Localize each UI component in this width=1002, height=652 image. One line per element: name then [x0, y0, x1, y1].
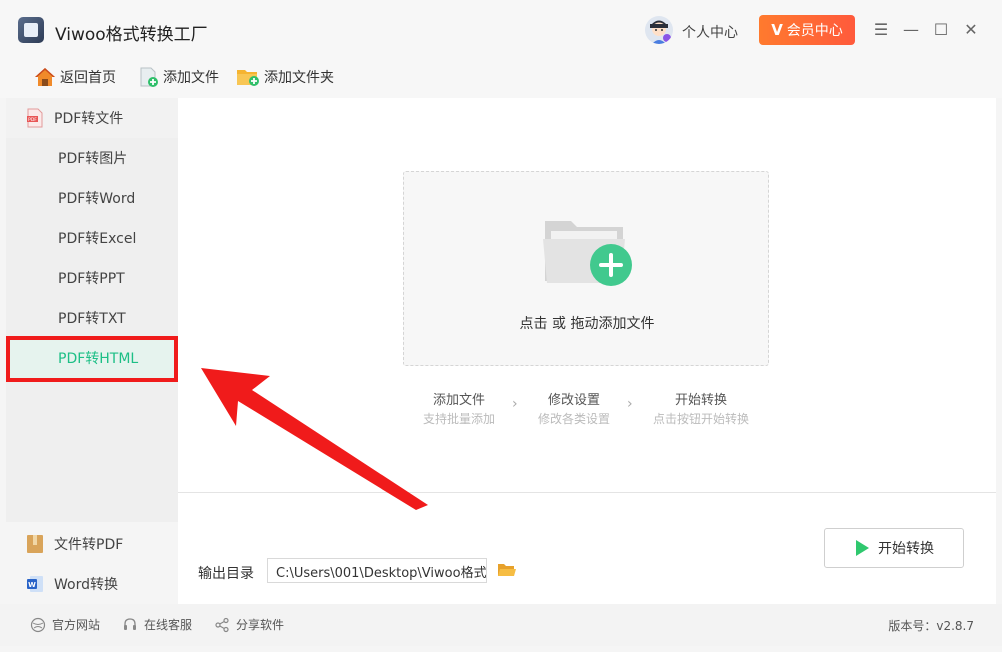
sidebar-item-pdf-to-excel[interactable]: PDF转Excel: [6, 218, 178, 258]
app-logo-icon: [18, 17, 44, 43]
maximize-button[interactable]: ☐: [931, 18, 951, 40]
globe-icon: [30, 617, 46, 632]
output-dir-label: 输出目录: [198, 566, 254, 582]
headset-icon: [124, 617, 136, 630]
archive-icon: [27, 535, 43, 553]
sidebar-item-pdf-to-image[interactable]: PDF转图片: [6, 138, 178, 178]
app-window: Viwoo格式转换工厂 个人中心 V 会员中心 ☰ — ☐ ✕ 返回首页 添加文…: [0, 0, 1002, 652]
share-icon: [215, 617, 229, 632]
user-center-link[interactable]: 个人中心: [682, 22, 738, 42]
sidebar-item-pdf-to-ppt[interactable]: PDF转PPT: [6, 258, 178, 298]
dropzone-text: 点击 或 拖动添加文件: [519, 316, 655, 332]
toolbar: 返回首页 添加文件 添加文件夹: [0, 58, 1002, 98]
start-convert-button[interactable]: 开始转换: [824, 528, 964, 568]
start-convert-label: 开始转换: [878, 541, 934, 557]
step-desc: 点击按钮开始转换: [652, 412, 749, 426]
sidebar-group-file-to-pdf[interactable]: 文件转PDF: [6, 524, 178, 564]
user-avatar[interactable]: [645, 16, 673, 44]
play-icon: [856, 540, 869, 556]
add-folder-label: 添加文件夹: [264, 70, 334, 86]
sidebar-group-word[interactable]: W Word转换: [6, 564, 178, 604]
step-modify-settings: 修改设置 修改各类设置: [534, 389, 614, 427]
step-title: 添加文件: [432, 393, 485, 408]
step-add-file: 添加文件 支持批量添加: [420, 389, 498, 427]
sidebar-group-pdf[interactable]: PDF PDF转文件: [6, 98, 178, 138]
app-title: Viwoo格式转换工厂: [55, 25, 208, 45]
add-folder-button[interactable]: 添加文件夹: [236, 62, 334, 92]
vip-center-button[interactable]: V 会员中心: [759, 15, 855, 45]
file-dropzone[interactable]: 点击 或 拖动添加文件: [403, 171, 769, 366]
add-file-label: 添加文件: [163, 70, 219, 86]
add-folder-large-icon: [543, 221, 632, 286]
add-folder-icon: [237, 70, 259, 86]
step-title: 开始转换: [674, 393, 727, 408]
menu-icon[interactable]: ☰: [871, 18, 891, 40]
word-icon: W: [27, 576, 43, 592]
sidebar-group-pdf-label: PDF转文件: [54, 111, 124, 127]
vip-center-label: 会员中心: [786, 23, 843, 39]
title-bar: Viwoo格式转换工厂 个人中心 V 会员中心 ☰ — ☐ ✕: [0, 0, 1002, 58]
home-button[interactable]: 返回首页: [34, 62, 116, 92]
step-title: 修改设置: [547, 393, 600, 408]
home-icon: [35, 68, 55, 86]
sidebar-group-word-label: Word转换: [54, 577, 118, 593]
step-desc: 支持批量添加: [422, 412, 495, 426]
add-file-icon: [140, 67, 158, 87]
chevron-right-icon: ›: [627, 396, 633, 412]
svg-text:W: W: [28, 581, 36, 589]
svg-text:PDF: PDF: [28, 117, 37, 123]
official-website-label: 官方网站: [52, 618, 101, 632]
output-dir-input[interactable]: C:\Users\001\Desktop\Viwoo格式 •••: [267, 558, 487, 583]
vip-icon: V: [771, 21, 783, 39]
online-service-link[interactable]: 在线客服: [122, 616, 192, 633]
home-label: 返回首页: [60, 70, 116, 86]
pdf-file-icon: PDF: [27, 108, 43, 128]
highlight-annotation-box: [6, 336, 178, 382]
share-software-label: 分享软件: [236, 618, 285, 632]
minimize-button[interactable]: —: [901, 18, 921, 40]
close-button[interactable]: ✕: [961, 18, 981, 40]
version-text: 版本号：v2.8.7: [888, 619, 974, 633]
step-desc: 修改各类设置: [537, 412, 610, 426]
sidebar-item-pdf-to-word[interactable]: PDF转Word: [6, 178, 178, 218]
official-website-link[interactable]: 官方网站: [30, 616, 100, 633]
online-service-label: 在线客服: [144, 618, 193, 632]
step-start-convert: 开始转换 点击按钮开始转换: [648, 389, 754, 427]
share-software-link[interactable]: 分享软件: [214, 616, 284, 633]
chevron-right-icon: ›: [512, 396, 518, 412]
sidebar-group-file-to-pdf-label: 文件转PDF: [54, 537, 124, 553]
add-file-button[interactable]: 添加文件: [139, 62, 219, 92]
sidebar-item-pdf-to-txt[interactable]: PDF转TXT: [6, 298, 178, 338]
folder-open-icon[interactable]: [497, 562, 517, 578]
status-bar: 官方网站 在线客服 分享软件 版本号：v2.8.7: [0, 604, 1002, 646]
